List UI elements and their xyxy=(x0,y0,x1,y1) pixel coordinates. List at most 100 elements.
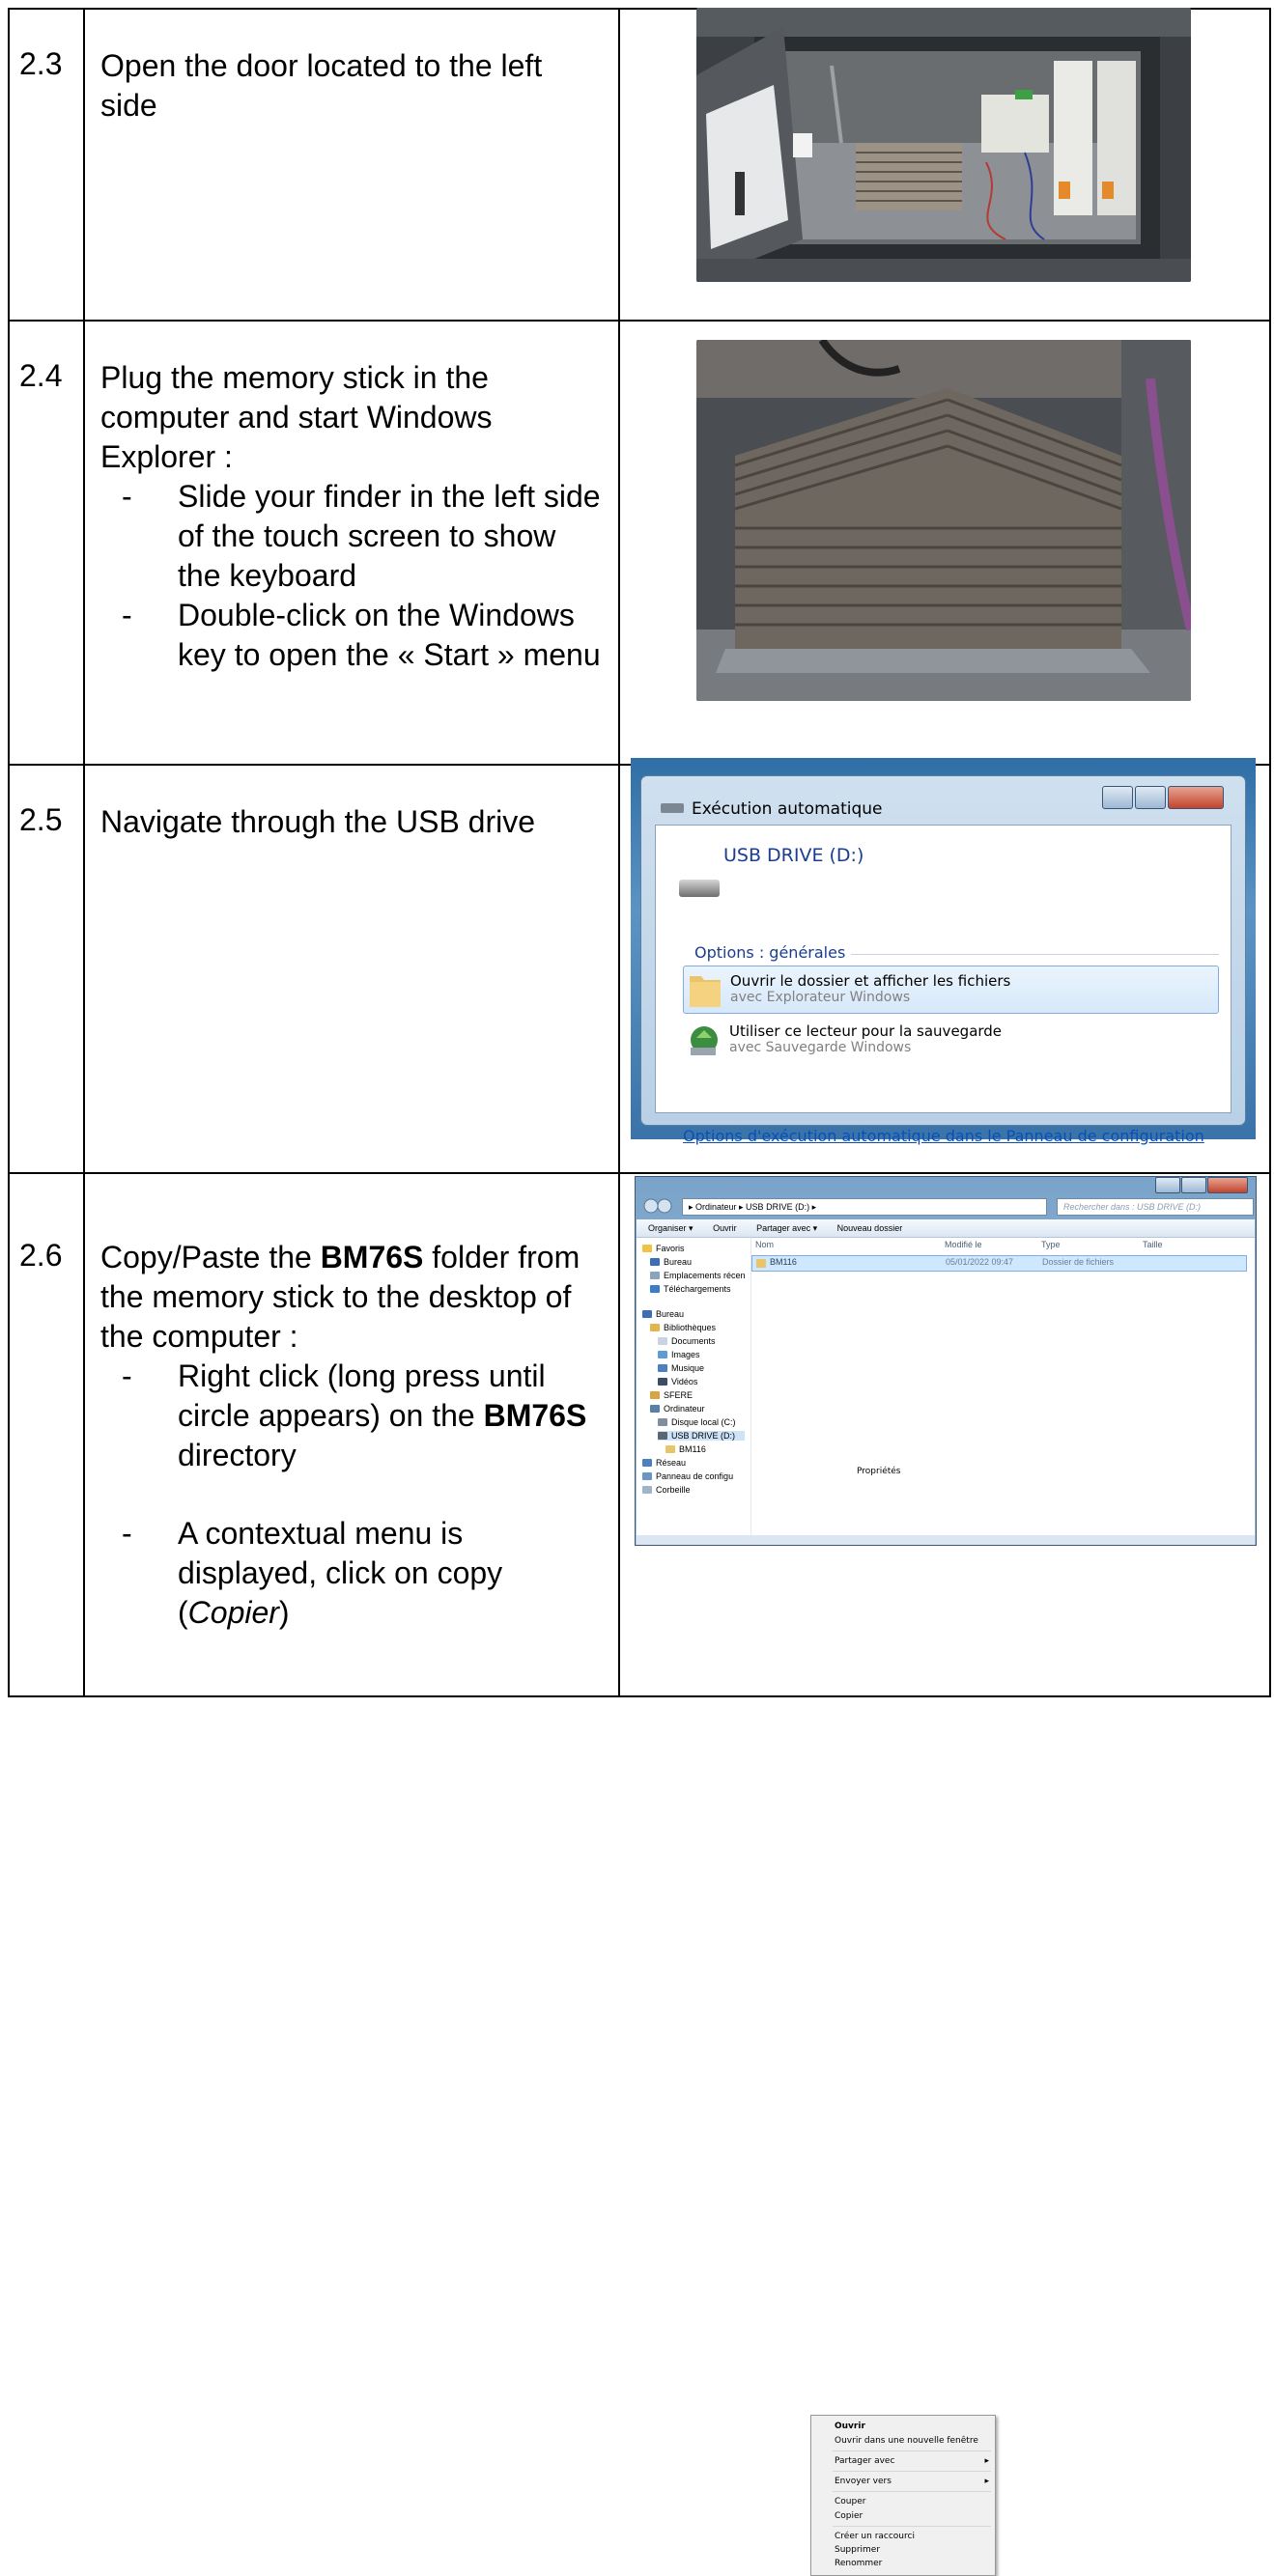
file-type: Dossier de fichiers xyxy=(1042,1257,1115,1267)
copy-label: Copier xyxy=(187,1595,279,1630)
step-intro: Copy/Paste the BM76S folder from the mem… xyxy=(100,1240,580,1354)
maximize-button[interactable] xyxy=(1135,786,1166,809)
tree-item[interactable]: Téléchargements xyxy=(650,1284,731,1294)
step-number: 2.5 xyxy=(19,802,63,837)
tree-item[interactable]: Panneau de configu xyxy=(642,1471,733,1481)
tree-item[interactable]: Emplacements récen xyxy=(650,1271,746,1280)
menu-item-properties[interactable]: Propriétés xyxy=(857,1467,900,1476)
maximize-button[interactable] xyxy=(1181,1177,1206,1193)
desktop-icon xyxy=(650,1258,660,1266)
option-sublabel: avec Explorateur Windows xyxy=(730,990,911,1005)
tree-item[interactable]: Corbeille xyxy=(642,1485,691,1495)
back-forward-icon[interactable] xyxy=(643,1198,672,1214)
tree-item[interactable]: Vidéos xyxy=(658,1377,697,1386)
new-folder-button[interactable]: Nouveau dossier xyxy=(837,1223,903,1233)
tree-item[interactable]: Documents xyxy=(658,1336,716,1346)
open-button[interactable]: Ouvrir xyxy=(713,1223,737,1233)
command-bar: Organiser ▾ Ouvrir Partager avec ▾ Nouve… xyxy=(637,1219,1255,1238)
backup-icon xyxy=(691,1026,718,1055)
submenu-arrow-icon: ▸ xyxy=(984,2477,989,2486)
tree-item[interactable]: Ordinateur xyxy=(650,1404,705,1414)
dialog-title: Exécution automatique xyxy=(692,799,883,819)
window-controls xyxy=(1154,1177,1248,1193)
computer-icon xyxy=(650,1405,660,1413)
menu-item-open[interactable]: Ouvrir xyxy=(835,2422,865,2431)
close-button[interactable] xyxy=(1207,1177,1248,1193)
column-header[interactable]: Nom xyxy=(755,1240,774,1249)
desktop-icon xyxy=(642,1310,652,1318)
usb-drive-icon xyxy=(661,803,684,813)
folder-icon xyxy=(756,1259,766,1268)
minimize-button[interactable] xyxy=(1155,1177,1180,1193)
menu-divider xyxy=(833,2491,991,2492)
file-name: BM116 xyxy=(770,1257,797,1267)
libraries-icon xyxy=(650,1324,660,1331)
step-text: Copy/Paste the BM76S folder from the mem… xyxy=(85,1174,618,1633)
tree-item[interactable]: Disque local (C:) xyxy=(658,1417,736,1427)
menu-item-open-new-window[interactable]: Ouvrir dans une nouvelle fenêtre xyxy=(835,2436,978,2446)
network-icon xyxy=(642,1459,652,1467)
option-label: Utiliser ce lecteur pour la sauvegarde xyxy=(729,1022,1003,1040)
column-header[interactable]: Type xyxy=(1041,1240,1061,1249)
star-icon xyxy=(642,1245,652,1252)
documents-icon xyxy=(658,1337,667,1345)
step-number: 2.4 xyxy=(19,358,63,393)
menu-item-copy[interactable]: Copier xyxy=(835,2511,863,2521)
step-number-cell: 2.6 xyxy=(8,1172,85,1697)
address-bar[interactable]: ▸ Ordinateur ▸ USB DRIVE (D:) ▸ xyxy=(682,1198,1047,1216)
menu-divider xyxy=(833,2471,991,2472)
share-button[interactable]: Partager avec ▾ xyxy=(756,1223,817,1233)
cabinet-door-photo xyxy=(696,8,1191,282)
minimize-button[interactable] xyxy=(1102,786,1133,809)
tree-item[interactable]: BM116 xyxy=(665,1444,706,1454)
tree-item[interactable]: Bureau xyxy=(642,1309,684,1319)
tree-item[interactable]: Bibliothèques xyxy=(650,1323,716,1332)
user-folder-icon xyxy=(650,1391,660,1399)
explorer-window: ▸ Ordinateur ▸ USB DRIVE (D:) ▸ Recherch… xyxy=(635,1176,1257,2576)
step-text-cell: Navigate through the USB drive xyxy=(83,764,620,1174)
tree-item[interactable]: USB DRIVE (D:) xyxy=(658,1431,745,1441)
step-bullet: Slide your finder in the left side of th… xyxy=(122,477,605,596)
menu-item-rename[interactable]: Renommer xyxy=(835,2559,882,2568)
menu-item-send-to[interactable]: Envoyer vers xyxy=(835,2477,892,2486)
tree-item[interactable]: Réseau xyxy=(642,1458,686,1468)
file-row[interactable]: BM116 05/01/2022 09:47 Dossier de fichie… xyxy=(751,1255,1247,1272)
file-date: 05/01/2022 09:47 xyxy=(946,1257,1014,1267)
step-text-cell: Plug the memory stick in the computer an… xyxy=(83,320,620,766)
menu-item-create-shortcut[interactable]: Créer un raccourci xyxy=(835,2532,915,2541)
close-button[interactable] xyxy=(1168,786,1224,809)
images-icon xyxy=(658,1351,667,1358)
places-icon xyxy=(650,1272,660,1279)
tree-item[interactable]: Favoris xyxy=(642,1244,685,1253)
step-bullet: A contextual menu is displayed, click on… xyxy=(122,1514,605,1633)
tree-item[interactable]: Bureau xyxy=(650,1257,692,1267)
option-label: Ouvrir le dossier et afficher les fichie… xyxy=(730,972,1011,990)
control-panel-icon xyxy=(642,1472,652,1480)
tree-item[interactable]: Images xyxy=(658,1350,700,1359)
menu-item-share[interactable]: Partager avec xyxy=(835,2456,894,2466)
column-header[interactable]: Modifié le xyxy=(945,1240,982,1249)
autoplay-settings-link[interactable]: Options d'exécution automatique dans le … xyxy=(683,1127,1204,1145)
step-number: 2.3 xyxy=(19,46,63,81)
step-text: Plug the memory stick in the computer an… xyxy=(85,322,618,675)
organise-button[interactable]: Organiser ▾ xyxy=(648,1223,694,1233)
dialog-frame: Exécution automatique USB DRIVE (D:) Opt… xyxy=(640,775,1246,1145)
tree-item[interactable]: Musique xyxy=(658,1363,704,1373)
step-number-cell: 2.4 xyxy=(8,320,85,766)
backup-option[interactable]: Utiliser ce lecteur pour la sauvegarde a… xyxy=(683,1017,1219,1063)
step-number-cell: 2.3 xyxy=(8,8,85,322)
search-input[interactable]: Rechercher dans : USB DRIVE (D:) xyxy=(1057,1198,1254,1216)
step-text-cell: Copy/Paste the BM76S folder from the mem… xyxy=(83,1172,620,1697)
menu-item-delete[interactable]: Supprimer xyxy=(835,2545,880,2555)
step-text: Navigate through the USB drive xyxy=(100,804,536,839)
disk-icon xyxy=(658,1418,667,1426)
menu-item-cut[interactable]: Couper xyxy=(835,2497,865,2506)
dialog-body: USB DRIVE (D:) Options : générales Ouvri… xyxy=(655,825,1232,1145)
step-intro: Plug the memory stick in the computer an… xyxy=(100,360,493,474)
open-folder-option[interactable]: Ouvrir le dossier et afficher les fichie… xyxy=(683,966,1219,1014)
tree-item[interactable]: SFERE xyxy=(650,1390,693,1400)
column-header[interactable]: Taille xyxy=(1143,1240,1163,1249)
folder-icon xyxy=(690,976,721,1007)
navigation-pane: Favoris Bureau Emplacements récen Téléch… xyxy=(637,1238,751,1535)
usb-drive-icon xyxy=(658,1432,667,1440)
